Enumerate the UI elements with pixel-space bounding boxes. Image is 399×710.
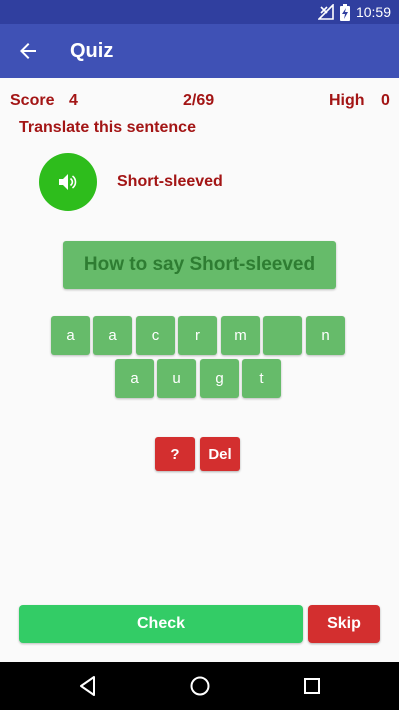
- delete-button[interactable]: Del: [200, 437, 240, 471]
- letter-key[interactable]: t: [242, 359, 281, 398]
- status-bar: 10:59: [0, 0, 399, 24]
- letter-key[interactable]: g: [200, 359, 239, 398]
- status-icons: 10:59: [317, 3, 391, 21]
- score-value: 4: [69, 92, 78, 109]
- arrow-back-icon: [20, 43, 36, 59]
- battery-charging-icon: [339, 3, 350, 21]
- nav-home-button[interactable]: [186, 672, 214, 700]
- letter-key[interactable]: c: [136, 316, 175, 355]
- triangle-back-icon: [80, 676, 95, 696]
- app-title: Quiz: [70, 40, 114, 62]
- app-bar: Quiz: [0, 24, 399, 78]
- progress-counter: 2/69: [183, 92, 215, 109]
- clock-time: 10:59: [355, 4, 391, 20]
- letter-key[interactable]: r: [178, 316, 217, 355]
- letter-key[interactable]: m: [221, 316, 260, 355]
- check-button[interactable]: Check: [19, 605, 303, 643]
- target-word: Short-sleeved: [117, 173, 223, 190]
- high-score-value: 0: [381, 92, 390, 109]
- letter-key[interactable]: n: [306, 316, 345, 355]
- navigation-bar: [0, 662, 399, 710]
- hint-button[interactable]: ?: [155, 437, 195, 471]
- letter-key[interactable]: a: [51, 316, 90, 355]
- nav-back-button[interactable]: [74, 672, 102, 700]
- letter-key[interactable]: a: [115, 359, 154, 398]
- letter-key[interactable]: a: [93, 316, 132, 355]
- letter-key[interactable]: [263, 316, 302, 355]
- score-row: Score 4 2/69 High 0: [10, 90, 390, 112]
- answer-field[interactable]: How to say Short-sleeved: [63, 241, 336, 289]
- score-label: Score: [10, 92, 55, 109]
- speaker-icon: [59, 174, 77, 190]
- letter-key[interactable]: u: [157, 359, 196, 398]
- answer-placeholder: How to say Short-sleeved: [83, 254, 316, 275]
- skip-button[interactable]: Skip: [308, 605, 380, 643]
- prompt-text: Translate this sentence: [19, 119, 196, 136]
- square-recents-icon: [304, 678, 320, 694]
- back-button[interactable]: [16, 39, 40, 63]
- high-score-label: High: [329, 92, 365, 109]
- signal-off-icon: [317, 4, 334, 20]
- nav-recents-button[interactable]: [298, 672, 326, 700]
- circle-home-icon: [190, 676, 210, 696]
- play-audio-button[interactable]: [39, 153, 97, 211]
